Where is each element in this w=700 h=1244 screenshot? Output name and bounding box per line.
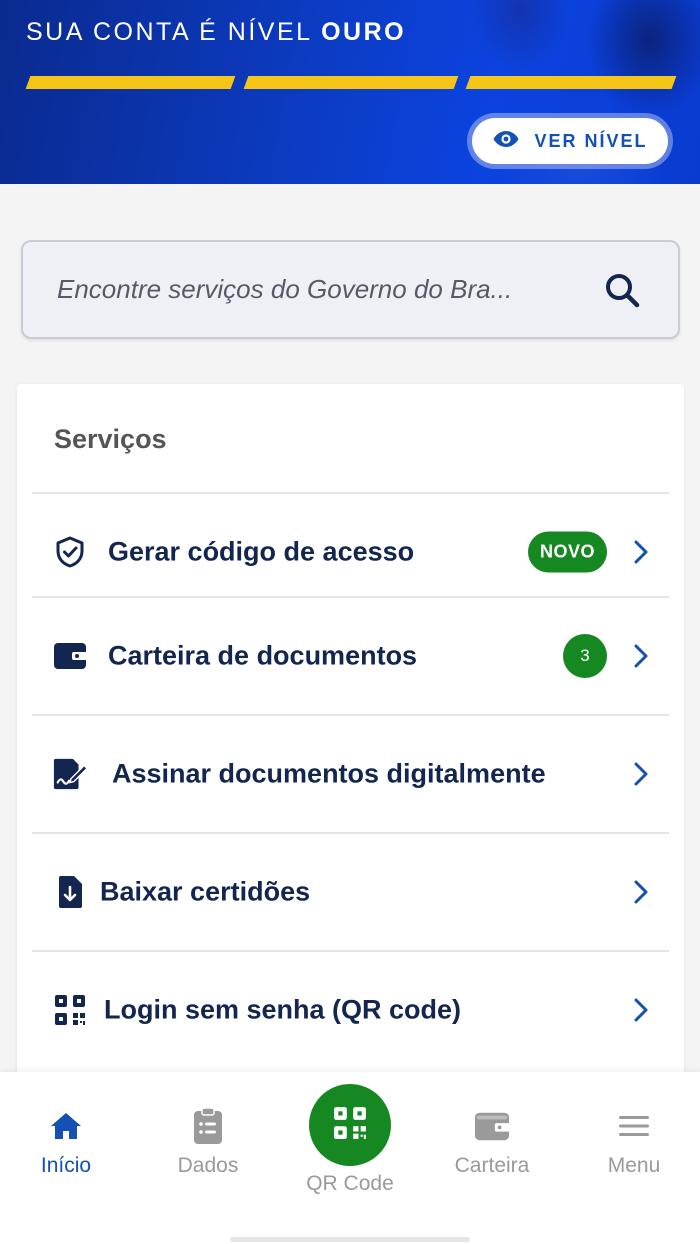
chevron-right-icon — [631, 761, 651, 787]
nav-label: Dados — [177, 1154, 239, 1177]
ver-nivel-label: VER NÍVEL — [534, 130, 648, 151]
level-progress-segment-2 — [243, 76, 459, 89]
nav-qr-code-button[interactable] — [309, 1084, 391, 1166]
service-item-carteira[interactable]: Carteira de documentos 3 — [32, 596, 669, 714]
chevron-right-icon — [631, 643, 651, 669]
nav-label: Carteira — [454, 1154, 530, 1177]
service-item-login-qr[interactable]: Login sem senha (QR code) — [32, 950, 669, 1068]
home-indicator — [230, 1237, 470, 1242]
search-icon[interactable] — [602, 270, 642, 310]
service-item-label: Carteira de documentos — [108, 640, 418, 671]
services-card: Serviços Gerar código de acesso NOVO Car… — [17, 384, 684, 1104]
account-level-title: SUA CONTA É NÍVEL OURO — [26, 18, 406, 47]
services-title: Serviços — [54, 424, 167, 454]
nav-dados[interactable]: Dados — [148, 1106, 268, 1178]
documents-count-badge: 3 — [563, 634, 607, 678]
search-input[interactable] — [57, 274, 602, 305]
service-item-assinar[interactable]: Assinar documentos digitalmente — [32, 714, 669, 832]
account-level-prefix: SUA CONTA É NÍVEL — [26, 18, 322, 46]
bottom-navigation: Início Dados QR Code Carteira Menu — [0, 1072, 700, 1244]
wallet-icon — [474, 1106, 510, 1146]
sign-document-icon — [52, 756, 88, 792]
services-search-bar[interactable] — [21, 240, 680, 339]
account-level-value: OURO — [321, 18, 407, 46]
nav-label: Menu — [607, 1154, 661, 1177]
new-badge: NOVO — [527, 531, 607, 573]
home-icon — [48, 1106, 84, 1146]
chevron-right-icon — [631, 879, 651, 905]
level-progress-segment-3 — [465, 76, 677, 89]
service-item-certidoes[interactable]: Baixar certidões — [32, 832, 669, 950]
service-item-gerar-codigo[interactable]: Gerar código de acesso NOVO — [32, 492, 669, 610]
service-item-label: Assinar documentos digitalmente — [112, 758, 546, 789]
nav-label: Início — [40, 1154, 92, 1177]
nav-inicio[interactable]: Início — [6, 1106, 126, 1178]
download-file-icon — [52, 874, 88, 910]
wallet-icon — [52, 638, 88, 674]
shield-check-icon — [52, 534, 88, 570]
nav-menu[interactable]: Menu — [574, 1106, 694, 1178]
clipboard-icon — [190, 1106, 226, 1146]
service-item-label: Gerar código de acesso — [108, 536, 415, 567]
nav-qr-code-label[interactable]: QR Code — [290, 1172, 410, 1196]
chevron-right-icon — [631, 539, 651, 565]
chevron-right-icon — [631, 997, 651, 1023]
service-item-label: Baixar certidões — [100, 876, 311, 907]
eye-icon — [492, 129, 520, 154]
qr-code-icon — [52, 992, 88, 1028]
level-progress-segment-1 — [25, 76, 236, 89]
ver-nivel-button[interactable]: VER NÍVEL — [472, 118, 668, 164]
service-item-label: Login sem senha (QR code) — [104, 994, 462, 1025]
hamburger-menu-icon — [616, 1106, 652, 1146]
qr-code-icon — [333, 1106, 367, 1145]
nav-carteira[interactable]: Carteira — [432, 1106, 552, 1178]
account-level-banner: SUA CONTA É NÍVEL OURO VER NÍVEL — [0, 0, 700, 184]
